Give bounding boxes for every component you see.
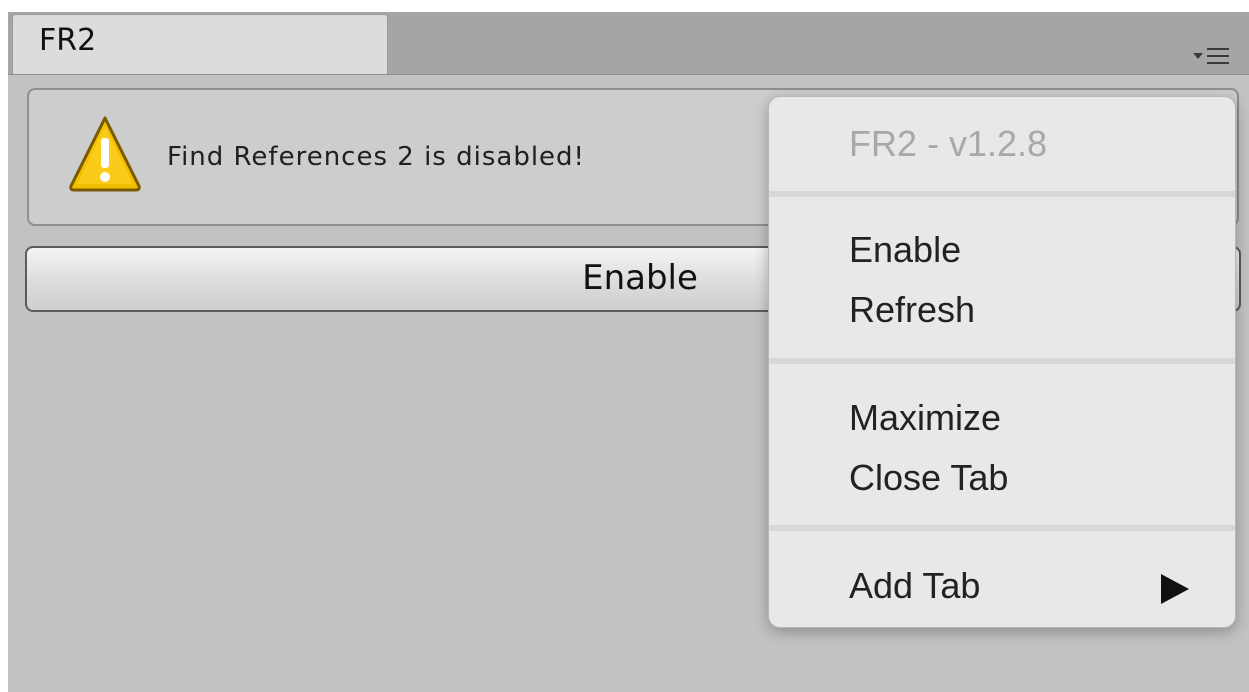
submenu-arrow-icon: [1161, 574, 1189, 604]
menu-item-close-tab-label: Close Tab: [849, 457, 1009, 498]
menu-item-enable[interactable]: Enable: [769, 221, 1235, 277]
menu-item-enable-label: Enable: [849, 229, 962, 270]
menu-separator: [769, 525, 1235, 531]
menu-header-label: FR2 - v1.2.8: [849, 123, 1048, 164]
tab-bar: FR2: [8, 12, 1249, 75]
context-menu: FR2 - v1.2.8 Enable Refresh Maximize Clo…: [768, 96, 1236, 628]
dropdown-arrow-icon: [1193, 53, 1203, 59]
menu-item-close-tab[interactable]: Close Tab: [769, 449, 1235, 505]
disabled-message: Find References 2 is disabled!: [167, 142, 585, 172]
tab-fr2[interactable]: FR2: [12, 14, 388, 74]
warning-icon: [69, 116, 141, 192]
menu-item-maximize[interactable]: Maximize: [769, 389, 1235, 445]
menu-item-maximize-label: Maximize: [849, 397, 1002, 438]
tab-title: FR2: [39, 23, 97, 58]
menu-item-refresh-label: Refresh: [849, 289, 976, 330]
menu-item-add-tab[interactable]: Add Tab: [769, 557, 1235, 613]
tab-options-menu-icon[interactable]: [1193, 46, 1229, 66]
menu-item-refresh[interactable]: Refresh: [769, 281, 1235, 337]
hamburger-icon: [1207, 48, 1229, 64]
menu-separator: [769, 358, 1235, 364]
menu-item-add-tab-label: Add Tab: [849, 565, 981, 606]
menu-header-version: FR2 - v1.2.8: [769, 115, 1235, 171]
menu-separator: [769, 191, 1235, 197]
